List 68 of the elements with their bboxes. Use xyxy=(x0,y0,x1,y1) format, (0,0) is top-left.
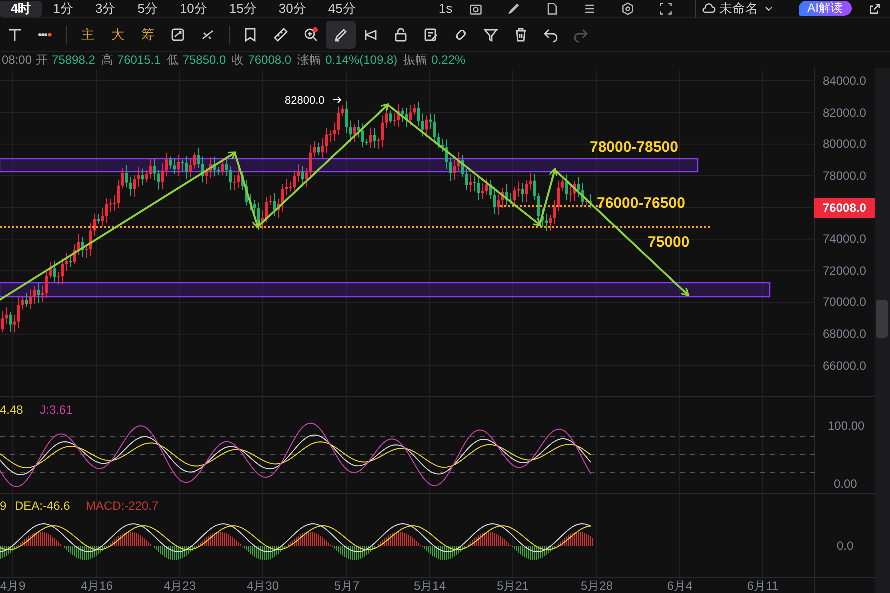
field-label: 开 xyxy=(36,52,48,68)
settings-icon[interactable] xyxy=(620,2,635,16)
price-tick: 80000.0 xyxy=(823,137,866,151)
field-label: 涨幅 xyxy=(298,52,322,68)
price-tick: 82000.0 xyxy=(823,106,866,120)
field-value: 0.14%(109.8) xyxy=(326,52,398,68)
date-tick: 4月9 xyxy=(0,579,26,593)
macd-axis-label: 0.0 xyxy=(837,539,854,553)
share-icon[interactable] xyxy=(868,2,882,16)
timeframe-tab[interactable]: 10分 xyxy=(168,0,218,16)
timeframe-tab[interactable]: 3分 xyxy=(84,0,127,16)
kdj-axis-label: 0.00 xyxy=(834,477,858,491)
date-tick: 5月7 xyxy=(334,579,360,593)
timeframe-tab[interactable]: 15分 xyxy=(218,0,268,16)
price-tick: 68000.0 xyxy=(823,327,866,341)
field-value: 75850.0 xyxy=(182,52,226,68)
price-tick: 74000.0 xyxy=(823,232,866,246)
pen-icon[interactable] xyxy=(326,20,356,48)
timeframe-tab[interactable]: 45分 xyxy=(317,0,367,16)
date-tick: 6月4 xyxy=(667,579,693,593)
last-price-tag xyxy=(814,198,875,218)
timeframe-tab[interactable]: 4时 xyxy=(0,0,42,16)
price-tick: 84000.0 xyxy=(823,74,866,88)
timeframe-tab[interactable]: 1分 xyxy=(42,0,84,16)
field-label: 高 xyxy=(101,52,114,68)
arrow-icon xyxy=(332,96,342,104)
date-tick: 6月11 xyxy=(747,579,779,593)
price-tick: 78000.0 xyxy=(823,169,866,183)
timeframe-tab[interactable]: 5分 xyxy=(126,0,169,16)
ai-button[interactable]: AI解读 xyxy=(798,1,852,16)
field-label: 收 xyxy=(232,52,244,68)
price-tick: 66000.0 xyxy=(823,359,866,373)
last-price-value: 76008.0 xyxy=(823,201,866,215)
date-tick: 5月28 xyxy=(580,579,614,593)
price-tick: 70000.0 xyxy=(823,295,866,309)
field-value: 76015.1 xyxy=(117,52,161,68)
date-tick: 5月21 xyxy=(496,579,530,593)
field-value: 75898.2 xyxy=(52,52,96,68)
bar-time: 08:00 xyxy=(2,52,32,68)
kdj-value: 4.48 xyxy=(0,403,24,417)
timeframe-tab[interactable]: 30分 xyxy=(268,0,318,16)
indicator-toggle[interactable]: 筹 xyxy=(133,20,163,48)
fullscreen-icon[interactable] xyxy=(658,2,673,16)
indicator-toggle[interactable]: 大 xyxy=(103,20,133,48)
date-tick: 4月30 xyxy=(246,579,280,593)
price-tick: 72000.0 xyxy=(823,264,866,278)
indicator-toggle[interactable]: 主 xyxy=(73,20,103,48)
pen-icon[interactable] xyxy=(506,2,521,16)
date-tick: 5月14 xyxy=(414,579,446,593)
price-zone-label: 75000 xyxy=(648,234,690,251)
field-value: 76008.0 xyxy=(248,52,292,68)
interval-button[interactable]: 1s xyxy=(438,0,453,18)
cloud-icon[interactable] xyxy=(702,2,716,16)
scroll-handle[interactable] xyxy=(876,300,888,338)
macd-value: DEA:-46.6 xyxy=(15,499,70,513)
high-price-label: 82800.0 xyxy=(285,95,325,107)
price-zone-label: 78000-78500 xyxy=(590,139,678,156)
macd-value: 9 xyxy=(0,499,7,513)
date-tick: 4月16 xyxy=(80,579,114,593)
macd-value: MACD:-220.7 xyxy=(86,499,159,513)
field-value: 0.22% xyxy=(432,52,466,68)
date-tick: 4月23 xyxy=(164,579,196,593)
price-zone-label: 76000-76500 xyxy=(597,195,686,212)
field-label: 低 xyxy=(166,52,179,68)
kdj-axis-label: 100.00 xyxy=(828,419,865,433)
layout-name[interactable]: 未命名 xyxy=(720,0,759,18)
kdj-value: J:3.61 xyxy=(40,403,73,417)
field-label: 振幅 xyxy=(404,52,428,68)
